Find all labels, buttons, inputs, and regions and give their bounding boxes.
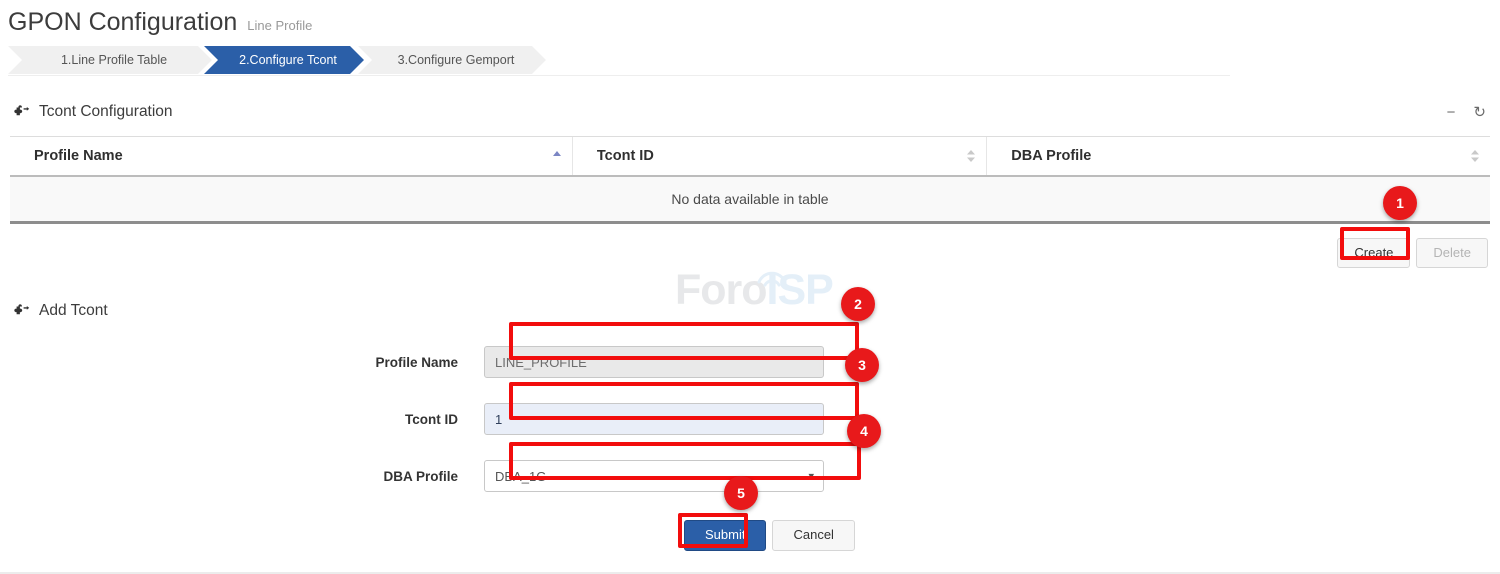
dba-profile-label: DBA Profile	[0, 469, 484, 484]
form-row-tcont-id: Tcont ID	[0, 403, 1500, 435]
dba-profile-select[interactable]: DBA_1G	[484, 460, 824, 492]
table-header-row: Profile Name Tcont ID DBA Profile	[10, 137, 1490, 176]
table-action-buttons: Create Delete	[0, 224, 1500, 268]
form-row-profile-name: Profile Name	[0, 346, 1500, 378]
profile-name-input[interactable]	[484, 346, 824, 378]
page-title: GPON Configuration	[8, 8, 237, 37]
refresh-icon[interactable]: ↻	[1473, 105, 1486, 120]
page-subtitle: Line Profile	[247, 18, 312, 33]
tcont-table: Profile Name Tcont ID DBA Profile	[10, 136, 1490, 224]
wizard-step-configure-gemport[interactable]: 3.Configure Gemport	[358, 46, 546, 74]
table-empty-row: No data available in table	[10, 176, 1490, 223]
form-buttons: Submit Cancel	[0, 520, 1500, 550]
annotation-badge-3: 3	[845, 348, 879, 382]
annotation-badge-5: 5	[724, 476, 758, 510]
panel-header: Tcont Configuration − ↻	[0, 92, 1500, 132]
tcont-id-input[interactable]	[484, 403, 824, 435]
wizard-step-configure-tcont[interactable]: 2.Configure Tcont	[204, 46, 364, 74]
wizard-step-line-profile-table[interactable]: 1.Line Profile Table	[8, 46, 212, 74]
add-tcont-form: Profile Name Tcont ID DBA Profile DBA_1G…	[0, 346, 1500, 550]
sort-ascending-icon	[552, 149, 562, 163]
tcont-id-label: Tcont ID	[0, 412, 484, 427]
panel-tools: − ↻	[1447, 105, 1486, 120]
table-empty-message: No data available in table	[10, 176, 1490, 223]
add-tcont-header: Add Tcont	[0, 298, 1500, 324]
wizard-steps: 1.Line Profile Table 2.Configure Tcont 3…	[8, 46, 1230, 76]
delete-button: Delete	[1416, 238, 1488, 268]
panel-title: Tcont Configuration	[39, 103, 173, 121]
table-header-tcont-id[interactable]: Tcont ID	[572, 137, 986, 176]
create-button[interactable]: Create	[1337, 238, 1410, 268]
puzzle-piece-icon	[14, 104, 30, 120]
add-tcont-title: Add Tcont	[39, 302, 108, 320]
table-header-tcont-id-label: Tcont ID	[597, 148, 654, 164]
cancel-button[interactable]: Cancel	[772, 520, 854, 550]
annotation-badge-2: 2	[841, 287, 875, 321]
sort-none-icon	[966, 149, 976, 163]
table-header-dba-profile-label: DBA Profile	[1011, 148, 1091, 164]
sort-none-icon	[1470, 149, 1480, 163]
submit-button[interactable]: Submit	[684, 520, 766, 550]
tcont-configuration-panel: Tcont Configuration − ↻ Profile Name	[0, 92, 1500, 268]
table-header-dba-profile[interactable]: DBA Profile	[987, 137, 1490, 176]
table-header-profile-name[interactable]: Profile Name	[10, 137, 572, 176]
minimize-icon[interactable]: −	[1447, 105, 1456, 120]
profile-name-label: Profile Name	[0, 355, 484, 370]
page-header: GPON Configuration Line Profile	[0, 0, 1500, 37]
table-header-profile-name-label: Profile Name	[34, 148, 123, 164]
annotation-badge-1: 1	[1383, 186, 1417, 220]
add-tcont-section: Add Tcont Profile Name Tcont ID DBA Prof…	[0, 298, 1500, 550]
annotation-badge-4: 4	[847, 414, 881, 448]
dba-profile-select-wrap: DBA_1G ▾	[484, 460, 824, 492]
puzzle-piece-icon	[14, 303, 30, 319]
